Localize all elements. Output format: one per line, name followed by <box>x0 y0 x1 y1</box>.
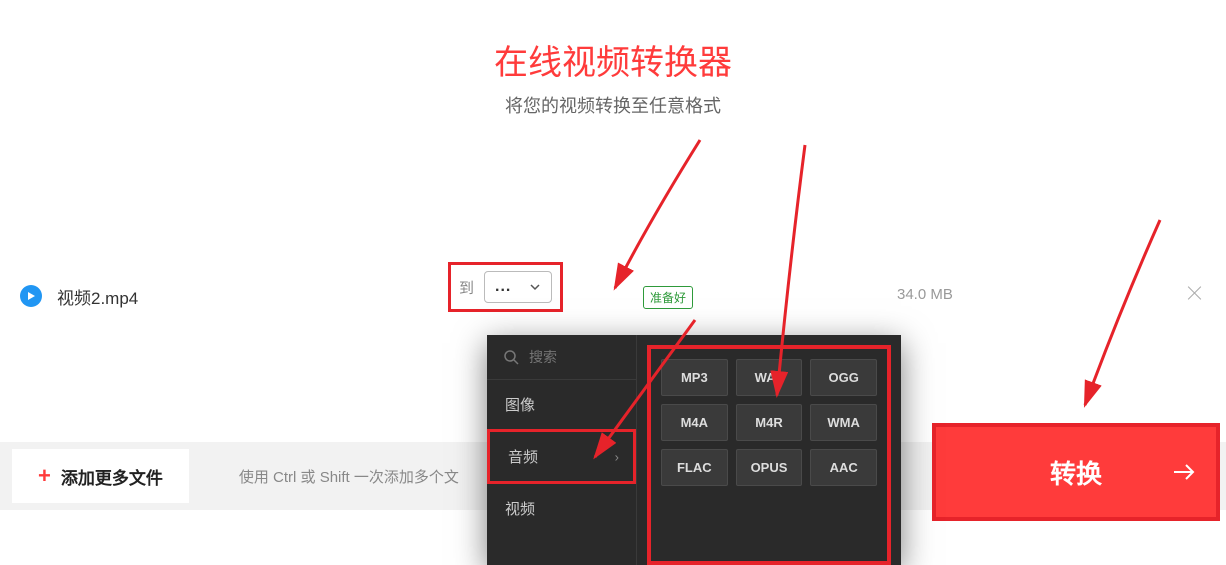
convert-button[interactable]: 转换 <box>932 423 1220 521</box>
page-title: 在线视频转换器 <box>0 35 1226 84</box>
format-search[interactable] <box>487 335 636 380</box>
category-audio[interactable]: 音频 › <box>487 429 636 484</box>
format-m4a[interactable]: M4A <box>661 404 728 441</box>
add-more-files-button[interactable]: + 添加更多文件 <box>12 449 189 503</box>
file-name: 视频2.mp4 <box>57 284 138 309</box>
plus-icon: + <box>38 463 51 489</box>
format-flac[interactable]: FLAC <box>661 449 728 486</box>
format-grid: MP3 WAV OGG M4A M4R WMA FLAC OPUS AAC <box>647 345 891 565</box>
format-wma[interactable]: WMA <box>810 404 877 441</box>
format-aac[interactable]: AAC <box>810 449 877 486</box>
page-subtitle: 将您的视频转换至任意格式 <box>0 92 1226 118</box>
category-image[interactable]: 图像 <box>487 380 636 429</box>
search-input[interactable] <box>529 349 599 365</box>
selected-format: ... <box>495 278 511 296</box>
status-badge: 准备好 <box>643 286 693 309</box>
arrow-right-icon <box>1170 458 1198 486</box>
search-icon <box>503 349 519 365</box>
category-audio-label: 音频 <box>508 449 538 466</box>
category-video[interactable]: 视频 <box>487 484 636 533</box>
play-icon[interactable] <box>20 285 42 307</box>
format-mp3[interactable]: MP3 <box>661 359 728 396</box>
convert-label: 转换 <box>1050 454 1102 491</box>
multi-select-hint: 使用 Ctrl 或 Shift 一次添加多个文 <box>239 466 459 487</box>
to-label: 到 <box>459 277 474 298</box>
file-size: 34.0 MB <box>897 286 953 303</box>
format-m4r[interactable]: M4R <box>736 404 803 441</box>
remove-file-button[interactable] <box>1184 282 1206 304</box>
file-row: 视频2.mp4 <box>0 268 1226 324</box>
add-more-label: 添加更多文件 <box>61 464 163 489</box>
format-wav[interactable]: WAV <box>736 359 803 396</box>
format-select[interactable]: ... <box>484 271 552 303</box>
format-opus[interactable]: OPUS <box>736 449 803 486</box>
chevron-right-icon: › <box>615 449 619 464</box>
format-target-group: 到 ... <box>448 262 563 312</box>
chevron-down-icon <box>529 281 541 293</box>
format-dropdown-panel: 图像 音频 › 视频 MP3 WAV OGG M4A M4R WMA FLAC … <box>487 335 901 565</box>
format-ogg[interactable]: OGG <box>810 359 877 396</box>
